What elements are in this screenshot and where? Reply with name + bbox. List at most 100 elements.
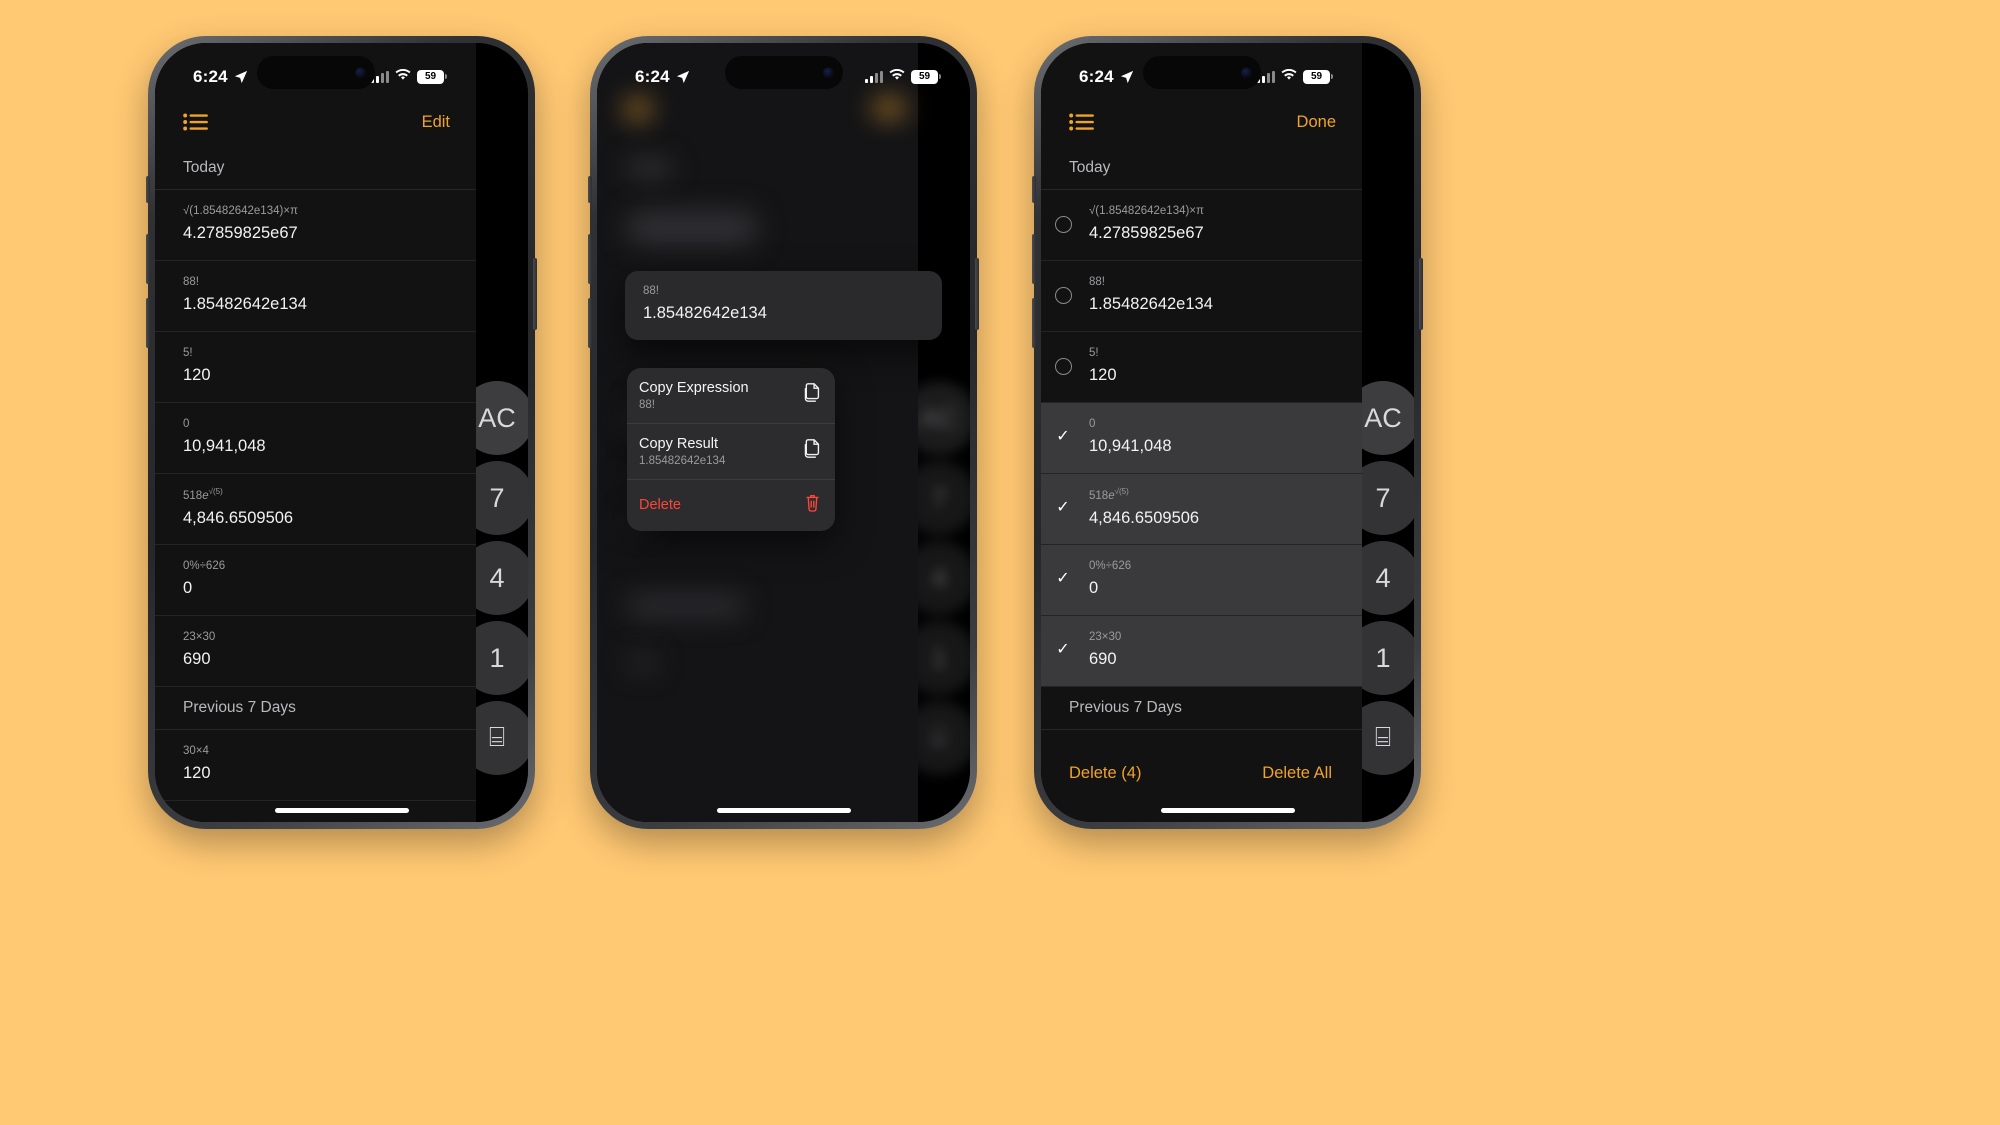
selection-control[interactable]: ✓	[1041, 429, 1085, 445]
table-row[interactable]: 88! 1.85482642e134	[155, 261, 476, 332]
copy-icon	[802, 382, 821, 408]
checkmark-icon[interactable]: ✓	[1056, 642, 1069, 658]
front-camera	[1240, 67, 1252, 78]
selection-control[interactable]	[1041, 215, 1085, 233]
radio-unchecked-icon[interactable]	[1054, 215, 1072, 233]
section-header-today: Today	[1041, 147, 1362, 190]
radio-unchecked-icon[interactable]	[1054, 357, 1072, 375]
selection-control[interactable]: ✓	[1041, 642, 1085, 658]
mute-switch[interactable]	[588, 176, 592, 203]
menu-item-subtitle: 1.85482642e134	[639, 455, 726, 468]
phone-3-edit-mode: AC 7 4 1 ⌸ 6:24 59 Done Today √(1.854826…	[1032, 36, 1423, 829]
status-bar-right: 59	[1257, 68, 1333, 86]
row-expression: 0%÷626	[1089, 559, 1132, 572]
selection-control[interactable]	[1041, 357, 1085, 375]
status-bar-right: 59	[371, 68, 447, 86]
status-bar: 6:24 59	[597, 43, 970, 97]
table-row[interactable]: 30×4 120	[155, 730, 476, 801]
card-result: 1.85482642e134	[643, 303, 767, 322]
mute-switch[interactable]	[146, 176, 150, 203]
location-arrow-icon	[234, 70, 248, 84]
wifi-icon	[395, 68, 411, 86]
volume-down-button[interactable]	[146, 298, 150, 348]
volume-down-button[interactable]	[588, 298, 592, 348]
table-row[interactable]: √(1.85482642e134)×π 4.27859825e67	[155, 190, 476, 261]
nav-bar: Done	[1041, 97, 1362, 147]
volume-up-button[interactable]	[588, 234, 592, 284]
dynamic-island	[256, 56, 375, 89]
table-row[interactable]: 5! 120	[1041, 332, 1362, 403]
home-indicator[interactable]	[1160, 808, 1295, 813]
menu-item-title: Copy Expression	[639, 380, 749, 396]
menu-item-copy-expression[interactable]: Copy Expression 88!	[627, 368, 835, 425]
delete-selected-button[interactable]: Delete (4)	[1069, 764, 1141, 783]
location-arrow-icon	[1120, 70, 1134, 84]
menu-item-title: Delete	[639, 497, 681, 514]
delete-all-button[interactable]: Delete All	[1262, 764, 1332, 783]
selection-control[interactable]: ✓	[1041, 571, 1085, 587]
checkmark-icon[interactable]: ✓	[1056, 571, 1069, 587]
row-result: 1.85482642e134	[1089, 294, 1213, 313]
checkmark-icon[interactable]: ✓	[1056, 500, 1069, 516]
table-row[interactable]: ✓ 518e√(5) 4,846.6509506	[1041, 474, 1362, 545]
table-row[interactable]: ✓ 0%÷626 0	[1041, 545, 1362, 616]
history-list-icon[interactable]	[1069, 112, 1095, 132]
table-row[interactable]: 23×30 690	[155, 616, 476, 687]
power-button[interactable]	[1419, 258, 1423, 330]
battery-indicator: 59	[1303, 70, 1333, 84]
table-row[interactable]: 0 10,941,048	[155, 403, 476, 474]
screenshot-stage: AC 7 4 1 ⌸ 6:24 59 Edit Today √(1.854826…	[0, 0, 2000, 1125]
status-bar-right: 59	[865, 68, 941, 86]
history-list[interactable]: Today √(1.85482642e134)×π 4.27859825e67	[1041, 147, 1362, 822]
row-result: 690	[1089, 649, 1117, 668]
status-bar-left: 6:24	[193, 67, 248, 87]
nav-bar: Edit	[155, 97, 476, 147]
selection-control[interactable]: ✓	[1041, 500, 1085, 516]
row-result: 10,941,048	[183, 436, 266, 455]
clock: 6:24	[193, 67, 228, 86]
history-list[interactable]: Today √(1.85482642e134)×π 4.27859825e67 …	[155, 147, 476, 822]
menu-item-copy-result[interactable]: Copy Result 1.85482642e134	[627, 424, 835, 481]
checkmark-icon[interactable]: ✓	[1056, 429, 1069, 445]
home-indicator[interactable]	[274, 808, 409, 813]
section-header-previous: Previous 7 Days	[155, 687, 476, 730]
menu-item-delete[interactable]: Delete	[627, 480, 835, 531]
table-row[interactable]: 0%÷626 0	[155, 545, 476, 616]
location-arrow-icon	[676, 70, 690, 84]
history-list-icon[interactable]	[183, 112, 209, 132]
power-button[interactable]	[533, 258, 537, 330]
row-expression: 5!	[183, 346, 193, 359]
dynamic-island	[1142, 56, 1261, 89]
table-row[interactable]: 518e√(5) 4,846.6509506	[155, 474, 476, 545]
table-row[interactable]: 88! 1.85482642e134	[1041, 261, 1362, 332]
volume-up-button[interactable]	[1032, 234, 1036, 284]
row-result: 120	[183, 763, 211, 782]
cellular-signal-icon	[865, 71, 883, 83]
battery-level: 59	[424, 71, 437, 82]
volume-down-button[interactable]	[1032, 298, 1036, 348]
phone-2-screen: AC 7 4 1 ⌸ 6:24 59 88! 1.85482642e134 Co…	[597, 43, 970, 822]
table-row[interactable]: ✓ 0 10,941,048	[1041, 403, 1362, 474]
context-menu[interactable]: Copy Expression 88! Copy Result 1.854826…	[627, 368, 835, 532]
volume-up-button[interactable]	[146, 234, 150, 284]
section-header-previous: Previous 7 Days	[1041, 687, 1362, 730]
row-result: 690	[183, 649, 211, 668]
row-result: 0	[1089, 578, 1099, 597]
phone-3-screen: AC 7 4 1 ⌸ 6:24 59 Done Today √(1.854826…	[1041, 43, 1414, 822]
edit-button[interactable]: Edit	[422, 113, 450, 132]
table-row[interactable]: 5! 120	[155, 332, 476, 403]
home-indicator[interactable]	[716, 808, 851, 813]
lifted-history-card[interactable]: 88! 1.85482642e134	[625, 271, 942, 340]
mute-switch[interactable]	[1032, 176, 1036, 203]
status-bar-left: 6:24	[635, 67, 690, 87]
done-button[interactable]: Done	[1297, 113, 1336, 132]
history-sheet: 6:24 59	[155, 43, 476, 822]
history-sheet: 6:24 59	[1041, 43, 1362, 822]
power-button[interactable]	[975, 258, 979, 330]
table-row[interactable]: √(1.85482642e134)×π 4.27859825e67	[1041, 190, 1362, 261]
selection-control[interactable]	[1041, 286, 1085, 304]
table-row[interactable]: ✓ 23×30 690	[1041, 616, 1362, 687]
radio-unchecked-icon[interactable]	[1054, 286, 1072, 304]
row-expression: 518e√(5)	[183, 487, 223, 503]
battery-level: 59	[918, 71, 931, 82]
